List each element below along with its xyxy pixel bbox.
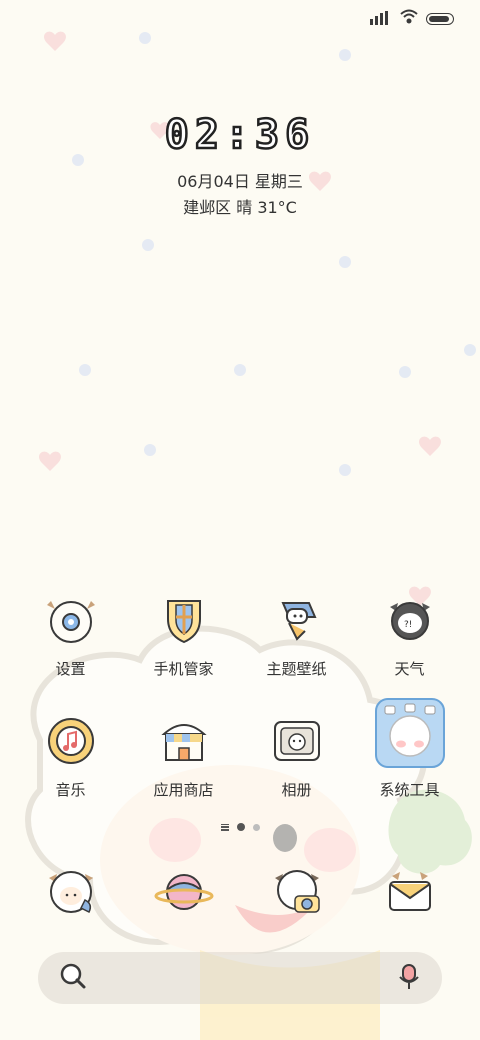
app-label: 天气 [394, 660, 425, 678]
battery-icon [426, 13, 454, 25]
settings-icon [35, 592, 107, 648]
folder-system-tools[interactable]: 系统工具 [353, 698, 466, 800]
app-gallery[interactable]: 相册 [240, 713, 353, 800]
app-store[interactable]: 应用商店 [127, 713, 240, 800]
music-icon [35, 713, 107, 769]
app-label: 系统工具 [379, 781, 440, 799]
weather-summary[interactable]: 建邺区 晴 31°C [0, 194, 480, 218]
app-label: 相册 [281, 781, 312, 799]
battery-level [429, 16, 449, 22]
messages-icon[interactable] [353, 860, 466, 924]
wifi-icon [400, 9, 418, 29]
page-list-indicator [220, 823, 229, 831]
clock-date: 06月04日 星期三 [177, 172, 303, 191]
weather-icon: ?! [374, 592, 446, 648]
search-icon[interactable] [58, 961, 88, 995]
camera-icon[interactable] [240, 860, 353, 924]
status-bar [370, 8, 454, 30]
store-icon [148, 713, 220, 769]
search-bar[interactable] [38, 952, 442, 1004]
app-grid: 设置 手机管家 主题壁纸 ?! 天气 音乐 应用商店 相册 系统工具 [14, 592, 466, 834]
gallery-icon [261, 713, 333, 769]
shield-icon [148, 592, 220, 648]
app-label: 应用商店 [153, 781, 214, 799]
app-row: 设置 手机管家 主题壁纸 ?! 天气 [14, 592, 466, 679]
app-row: 音乐 应用商店 相册 系统工具 [14, 698, 466, 800]
app-label: 手机管家 [153, 660, 214, 678]
app-music[interactable]: 音乐 [14, 713, 127, 800]
browser-icon[interactable] [127, 860, 240, 924]
page-indicator[interactable] [0, 823, 480, 831]
phone-icon[interactable] [14, 860, 127, 924]
clock-time[interactable]: 02:36 [0, 111, 480, 160]
dock [14, 860, 466, 924]
page-dot-current [236, 823, 245, 831]
theme-icon [261, 592, 333, 648]
app-label: 主题壁纸 [266, 660, 327, 678]
app-label: 音乐 [55, 781, 86, 799]
app-phone-manager[interactable]: 手机管家 [127, 592, 240, 679]
assistant-icon[interactable] [396, 961, 422, 995]
page-dot [252, 823, 260, 831]
app-weather[interactable]: ?! 天气 [353, 592, 466, 679]
svg-text:?!: ?! [404, 620, 412, 630]
app-themes[interactable]: 主题壁纸 [240, 592, 353, 679]
app-label: 设置 [55, 660, 86, 678]
signal-icon [370, 10, 392, 29]
folder-icon [374, 697, 446, 769]
app-settings[interactable]: 设置 [14, 592, 127, 679]
